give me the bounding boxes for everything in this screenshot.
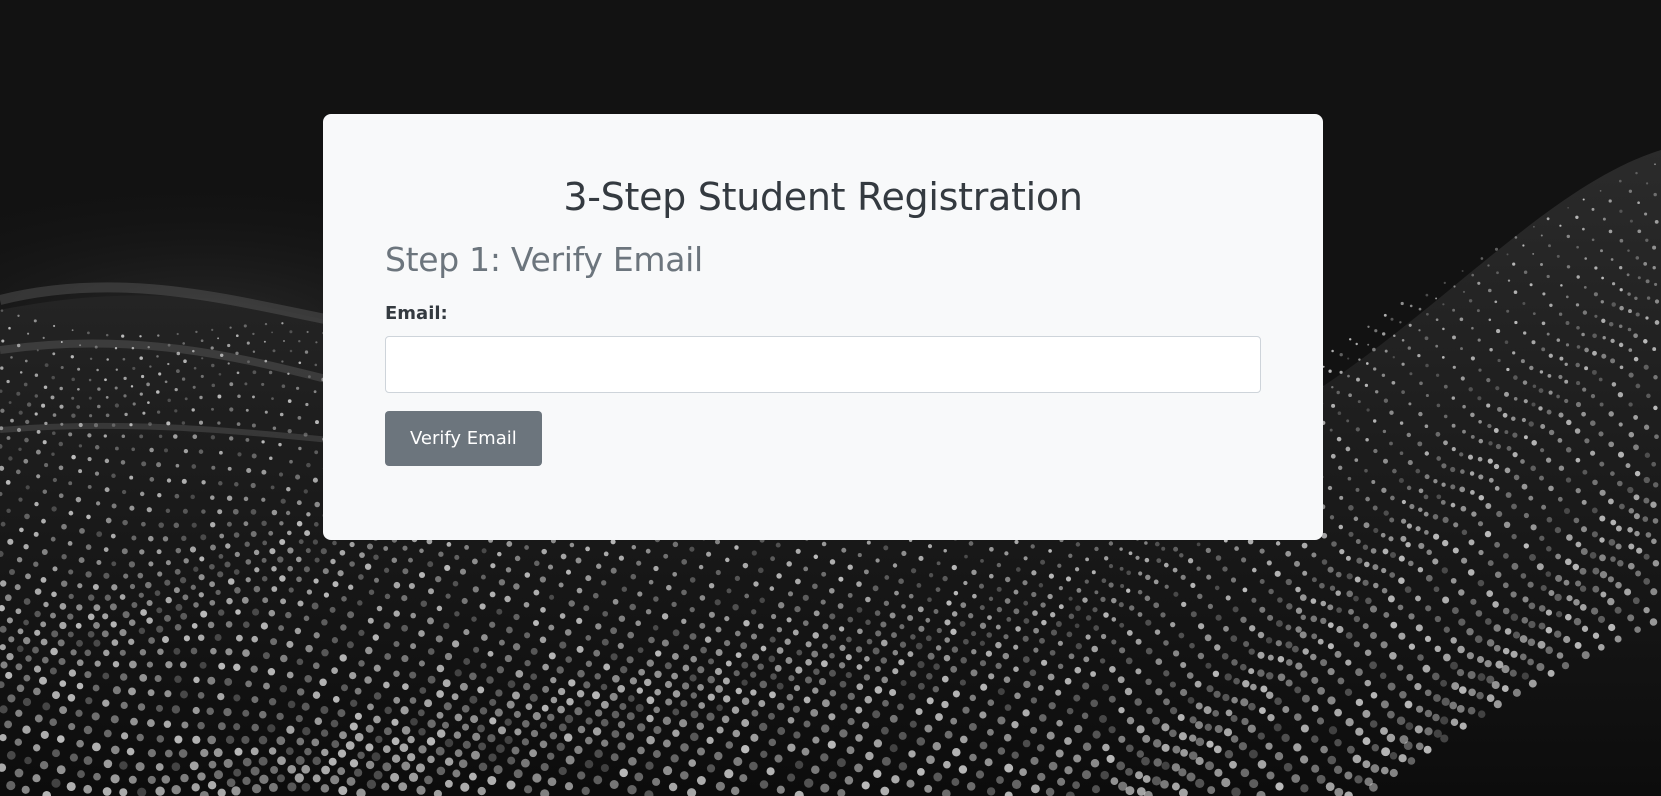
email-label: Email: [385,303,448,324]
step-heading: Step 1: Verify Email [385,240,703,279]
email-field[interactable] [385,336,1261,393]
registration-card: 3-Step Student Registration Step 1: Veri… [323,114,1323,540]
verify-email-button[interactable]: Verify Email [385,411,542,466]
page-title: 3-Step Student Registration [563,175,1083,219]
